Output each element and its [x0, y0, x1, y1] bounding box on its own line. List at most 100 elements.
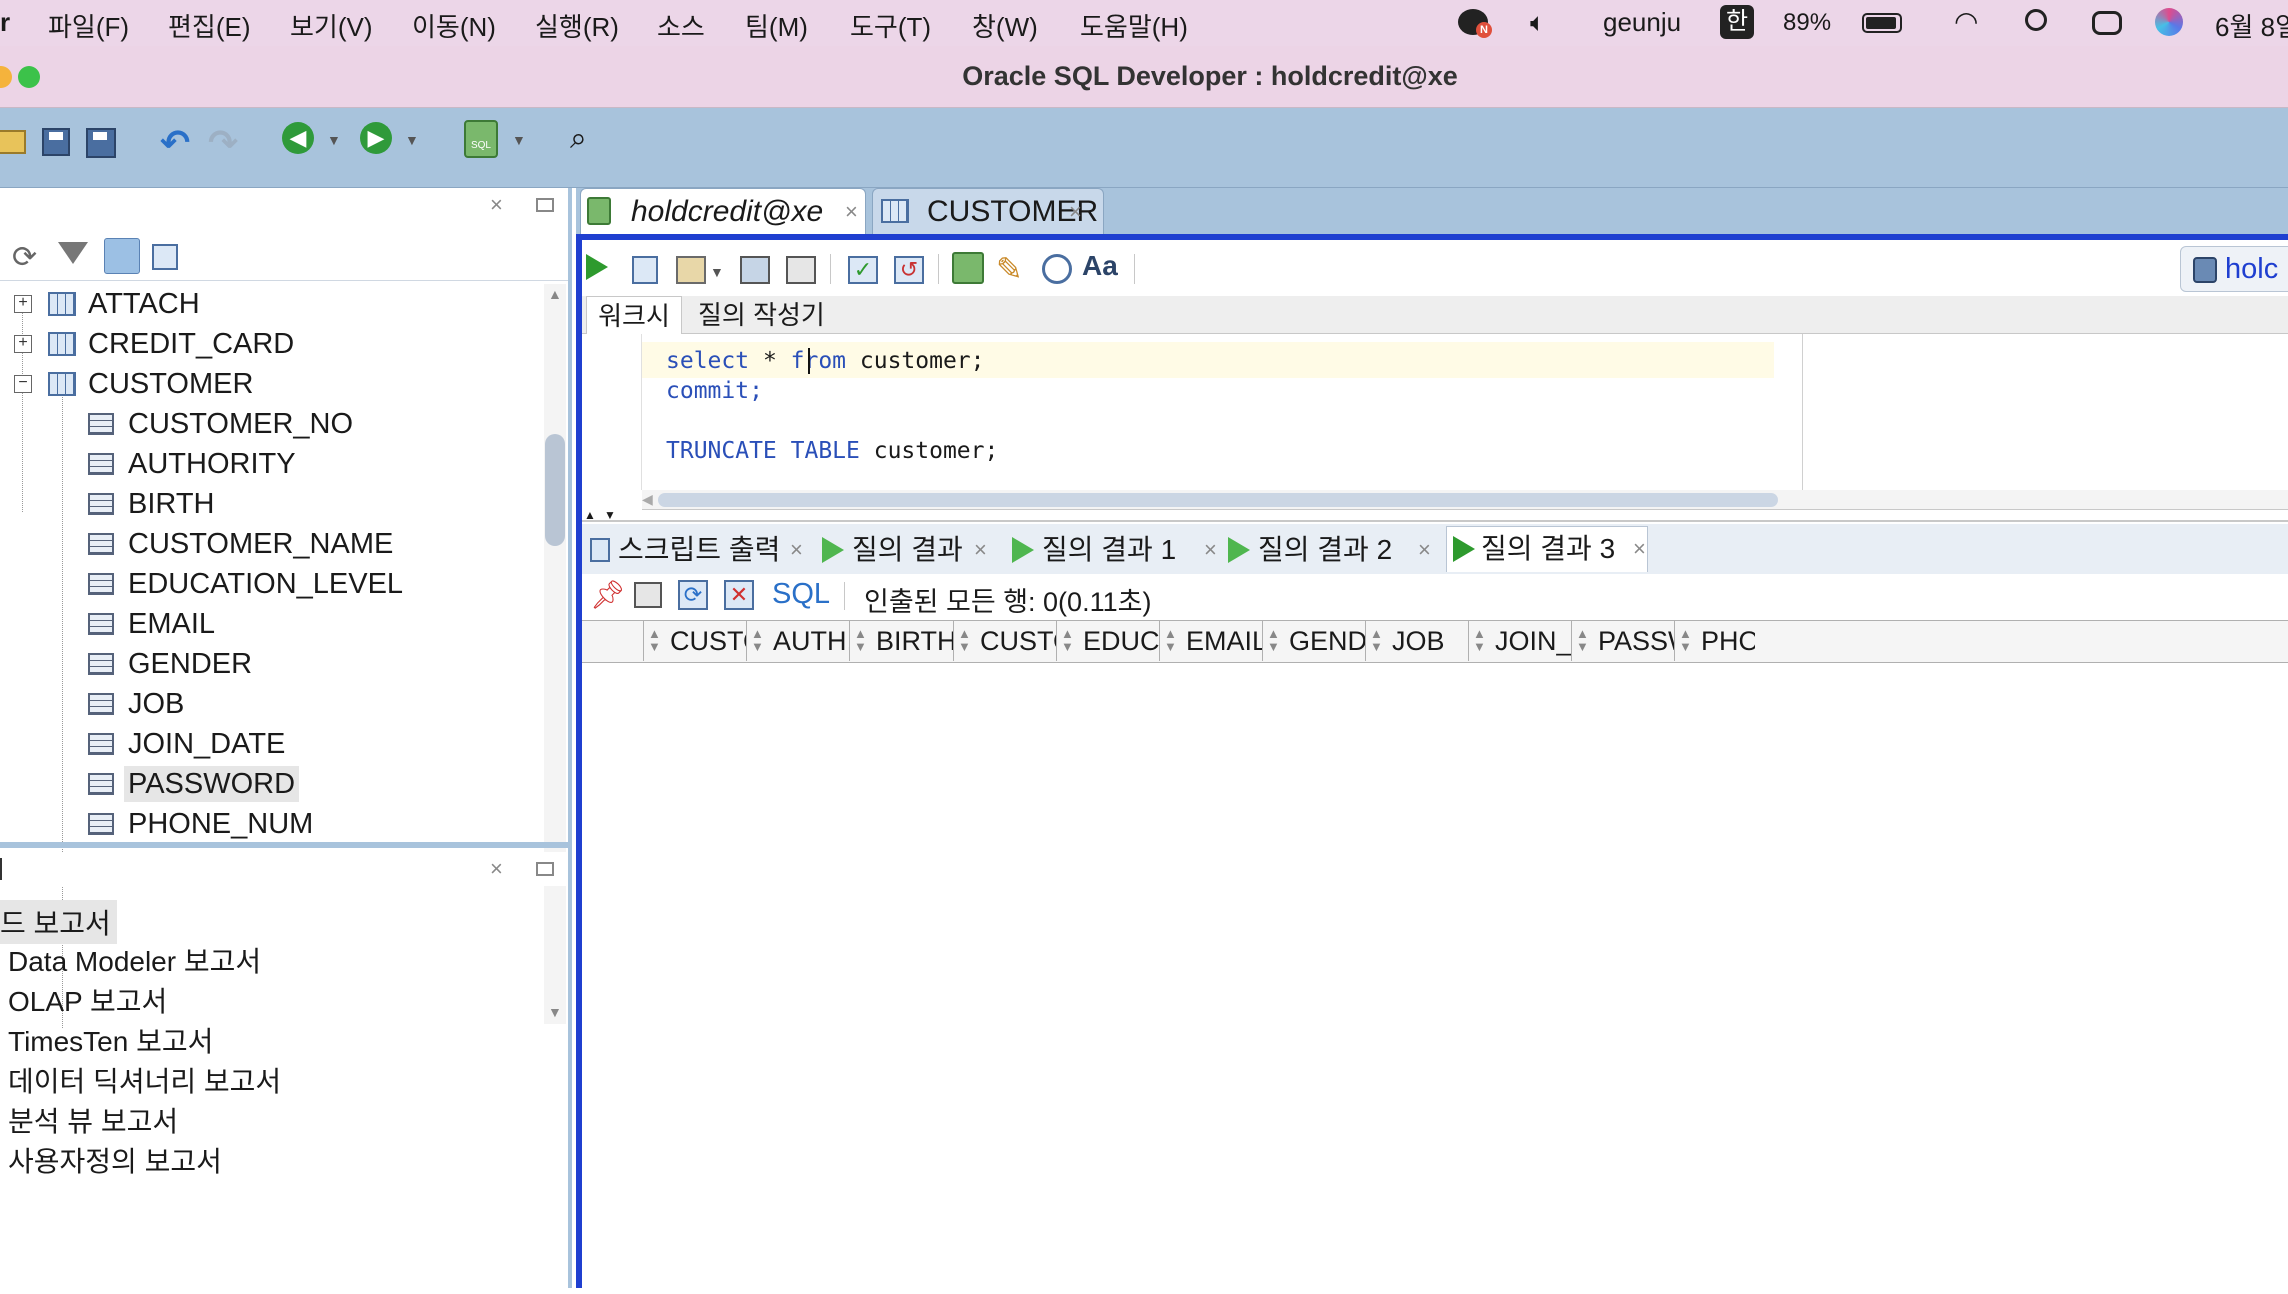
close-panel-icon[interactable]: ×: [490, 856, 503, 882]
column-header[interactable]: ▲ ▼ EMAIL: [1160, 621, 1263, 661]
refresh-results-icon[interactable]: ⟳: [678, 580, 708, 610]
pin-icon[interactable]: 📌︎: [590, 578, 626, 611]
sort-icon[interactable]: ▲ ▼: [1473, 627, 1486, 653]
search-icon[interactable]: [2025, 9, 2047, 31]
report-item-data-dictionary[interactable]: 데이터 딕셔너리 보고서: [8, 1060, 281, 1100]
run-statement-icon[interactable]: [586, 254, 608, 280]
menu-team[interactable]: 팀(M): [745, 7, 808, 44]
connection-selector-button[interactable]: holc: [2180, 246, 2288, 292]
menu-edit[interactable]: 편집(E): [168, 7, 251, 44]
sort-icon[interactable]: ▲ ▼: [648, 627, 661, 653]
battery-icon[interactable]: [1862, 13, 1902, 33]
cancel-query-icon[interactable]: ✕: [724, 580, 754, 610]
sql-editor[interactable]: select * from customer; commit; TRUNCATE…: [582, 334, 2288, 490]
column-header[interactable]: ▲▼ AUTH...: [747, 621, 850, 661]
explain-plan-icon[interactable]: [740, 256, 770, 284]
save-all-icon[interactable]: [86, 128, 116, 158]
close-tab-icon[interactable]: ×: [790, 528, 803, 572]
rollback-icon[interactable]: ↺: [894, 256, 924, 284]
close-tab-icon[interactable]: ×: [974, 528, 987, 572]
column-header[interactable]: ▲▼ EDUCA...: [1057, 621, 1160, 661]
tab-customer[interactable]: CUSTOMER ×: [872, 188, 1104, 234]
sort-icon[interactable]: ▲ ▼: [854, 627, 867, 653]
panel-splitter[interactable]: [0, 842, 568, 848]
minimize-panel-icon[interactable]: [536, 862, 554, 876]
clear-eraser-icon[interactable]: ✎: [996, 250, 1023, 288]
user-name[interactable]: geunju: [1603, 7, 1681, 38]
sort-icon[interactable]: ▲ ▼: [751, 627, 764, 653]
column-header[interactable]: ▲ ▼ JOB: [1366, 621, 1469, 661]
minimize-panel-icon[interactable]: [536, 198, 554, 212]
filter-icon[interactable]: [58, 242, 88, 264]
editor-h-scrollbar[interactable]: ◀: [642, 490, 2288, 510]
sql-worksheet-dropdown-icon[interactable]: ▼: [512, 132, 526, 148]
scroll-up-icon[interactable]: ▲: [548, 286, 562, 302]
clock-date[interactable]: 6월 8일: [2215, 7, 2288, 44]
menu-run[interactable]: 실행(R): [535, 7, 619, 44]
autotrace-dropdown-icon[interactable]: ▼: [710, 264, 724, 280]
report-item-analytic-view[interactable]: 분석 뷰 보고서: [8, 1100, 178, 1140]
menu-navigate[interactable]: 이동(N): [412, 7, 496, 44]
menu-view[interactable]: 보기(V): [290, 7, 373, 44]
column-header[interactable]: ▲▼ PASSW...: [1572, 621, 1675, 661]
tab-query-builder[interactable]: 질의 작성기: [692, 296, 831, 334]
tab-query-result-3[interactable]: 질의 결과 3 ×: [1446, 526, 1648, 572]
scroll-down-icon[interactable]: ▼: [548, 1004, 562, 1020]
editor-results-splitter[interactable]: ▲ ▼: [582, 508, 2288, 522]
binoculars-icon[interactable]: ⌕: [570, 122, 587, 156]
siri-icon[interactable]: [2155, 8, 2183, 36]
sort-icon[interactable]: ▲ ▼: [1576, 627, 1589, 653]
menu-window[interactable]: 창(W): [972, 7, 1038, 44]
close-tab-icon[interactable]: ×: [1418, 528, 1431, 572]
collapse-icon[interactable]: [152, 244, 178, 270]
scroll-left-icon[interactable]: ◀: [642, 491, 653, 508]
print-icon[interactable]: [634, 582, 662, 608]
control-center-icon[interactable]: [2092, 11, 2122, 35]
report-item-olap[interactable]: OLAP 보고서: [8, 980, 167, 1020]
forward-icon[interactable]: ▶: [360, 122, 392, 154]
unshared-sql-icon[interactable]: [952, 252, 984, 284]
column-header[interactable]: ▲▼ PHONI: [1675, 621, 1755, 661]
column-header[interactable]: ▲▼ CUSTO...: [954, 621, 1057, 661]
column-header[interactable]: ▲▼ JOIN_D...: [1469, 621, 1572, 661]
sort-icon[interactable]: ▲ ▼: [1164, 627, 1177, 653]
tab-worksheet[interactable]: 워크시트: [586, 296, 682, 369]
format-case-icon[interactable]: Aa: [1082, 250, 1118, 282]
sql-link[interactable]: SQL: [772, 578, 830, 611]
column-header[interactable]: ▲▼ GENDER: [1263, 621, 1366, 661]
report-item-all[interactable]: 드 보고서: [0, 900, 117, 944]
close-tab-icon[interactable]: ×: [1204, 528, 1217, 572]
sort-icon[interactable]: ▲ ▼: [958, 627, 971, 653]
back-icon[interactable]: ◀: [282, 122, 314, 154]
close-tab-icon[interactable]: ×: [845, 189, 858, 235]
tab-holdcredit[interactable]: holdcredit@xe ×: [580, 188, 866, 234]
scrollbar-thumb[interactable]: [545, 434, 565, 546]
expand-icon[interactable]: +: [14, 295, 32, 313]
save-icon[interactable]: [42, 128, 70, 156]
column-header[interactable]: ▲▼ CUSTO...: [644, 621, 747, 661]
run-script-icon[interactable]: [632, 256, 658, 284]
open-folder-icon[interactable]: [0, 130, 26, 154]
sort-icon[interactable]: ▲ ▼: [1061, 627, 1074, 653]
report-item-data-modeler[interactable]: Data Modeler 보고서: [8, 940, 261, 980]
close-tab-icon[interactable]: ×: [1069, 189, 1082, 235]
expand-icon[interactable]: +: [14, 335, 32, 353]
sql-worksheet-icon[interactable]: SQL: [464, 120, 498, 158]
sql-history-icon[interactable]: [1042, 254, 1072, 284]
sql-tuning-icon[interactable]: [786, 256, 816, 284]
sort-icon[interactable]: ▲ ▼: [1267, 627, 1280, 653]
commit-icon[interactable]: ✓: [848, 256, 878, 284]
split-up-icon[interactable]: ▲: [584, 508, 596, 522]
sort-icon[interactable]: ▲ ▼: [1679, 627, 1692, 653]
close-panel-icon[interactable]: ×: [490, 192, 503, 218]
sort-icon[interactable]: ▲ ▼: [1370, 627, 1383, 653]
back-dropdown-icon[interactable]: ▼: [327, 132, 341, 148]
collapse-tree-icon[interactable]: −: [14, 375, 32, 393]
close-tab-icon[interactable]: ×: [1633, 527, 1646, 571]
input-method-indicator[interactable]: 한: [1720, 5, 1754, 39]
menu-help[interactable]: 도움말(H): [1080, 7, 1188, 44]
scrollbar-thumb[interactable]: [658, 493, 1778, 507]
column-header[interactable]: ▲ ▼ BIRTH: [850, 621, 954, 661]
forward-dropdown-icon[interactable]: ▼: [405, 132, 419, 148]
report-item-timesten[interactable]: TimesTen 보고서: [8, 1020, 213, 1060]
